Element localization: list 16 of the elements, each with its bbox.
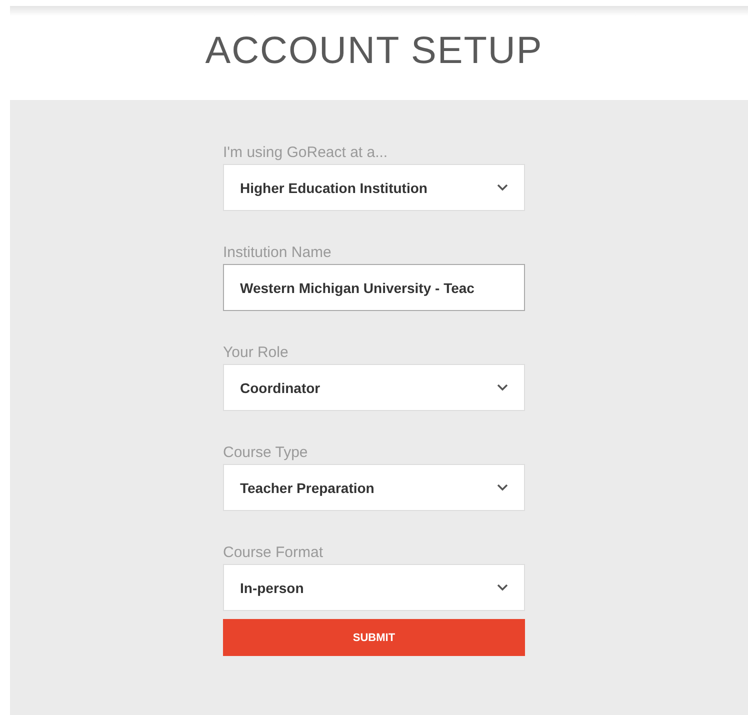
dropdown[interactable]: In-person <box>223 564 525 611</box>
page-title: ACCOUNT SETUP <box>205 30 543 74</box>
dropdown[interactable]: Teacher Preparation <box>223 464 525 511</box>
field-label: Institution Name <box>223 243 332 263</box>
field-label: I'm using GoReact at a... <box>223 143 389 163</box>
field-label: Your Role <box>223 343 290 363</box>
chevron-down-icon <box>497 584 508 591</box>
chevron-down-icon <box>497 384 508 391</box>
submit-button[interactable]: SUBMIT <box>223 619 525 656</box>
dropdown[interactable]: Coordinator <box>223 364 525 411</box>
text-field[interactable]: Western Michigan University - Teac <box>223 264 525 311</box>
chevron-down-icon <box>497 184 508 191</box>
chevron-down-icon <box>497 484 508 491</box>
dropdown[interactable]: Higher Education Institution <box>223 164 525 211</box>
field-label: Course Format <box>223 543 324 563</box>
field-label: Course Type <box>223 443 309 463</box>
